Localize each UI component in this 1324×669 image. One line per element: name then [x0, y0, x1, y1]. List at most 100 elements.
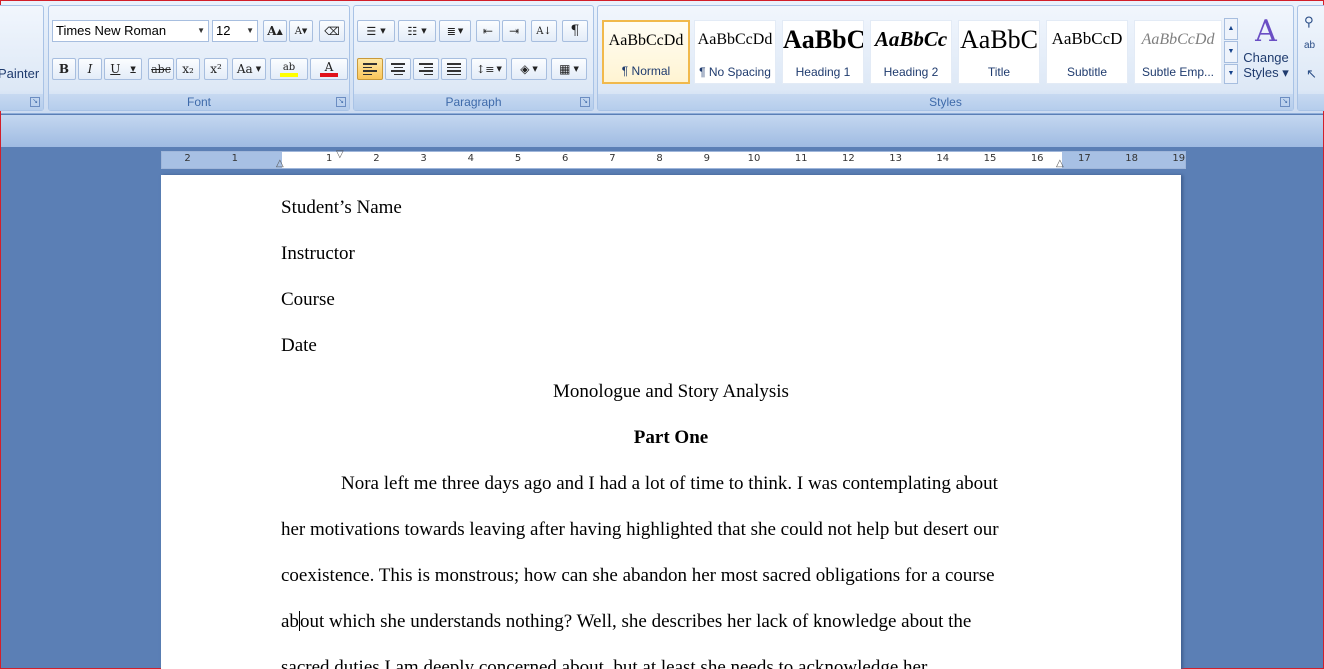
find-icon[interactable]: ⚲ — [1304, 14, 1314, 30]
bold-button[interactable]: B — [52, 58, 76, 80]
paragraph-dialog-launcher-icon[interactable]: ↘ — [580, 97, 590, 107]
document-page[interactable]: Student’s Name Instructor Course Date Mo… — [161, 175, 1181, 669]
ruler-number: 3 — [420, 153, 427, 164]
highlight-color-swatch — [280, 72, 298, 77]
style-name: Subtitle — [1066, 65, 1108, 79]
select-icon[interactable]: ↖ — [1306, 66, 1317, 82]
change-case-button[interactable]: Aa ▼ — [232, 58, 266, 80]
align-right-button[interactable] — [413, 58, 439, 80]
font-dialog-launcher-icon[interactable]: ↘ — [336, 97, 346, 107]
font-name-value: Times New Roman — [56, 23, 167, 38]
first-line-indent-marker[interactable]: ▽ — [336, 149, 344, 160]
shading-button[interactable]: ◈ ▼ — [511, 58, 547, 80]
style-sample: AaBbC — [960, 25, 1038, 54]
sort-button[interactable]: A↓ — [531, 20, 557, 42]
grow-font-icon: A — [267, 24, 277, 38]
font-color-button[interactable]: A — [310, 58, 348, 80]
styles-more-button[interactable]: ▼ — [1224, 64, 1238, 84]
paragraph-line-3: coexistence. This is monstrous; how can … — [281, 565, 995, 586]
clear-formatting-icon: ⌫ — [324, 24, 340, 38]
style-heading-2[interactable]: AaBbCc Heading 2 — [870, 20, 952, 84]
replace-icon[interactable]: ab — [1304, 40, 1315, 51]
align-left-button[interactable] — [357, 58, 383, 80]
paragraph-line-4-start: ab — [281, 611, 299, 632]
line-spacing-button[interactable]: ↕≡ ▼ — [471, 58, 507, 80]
align-center-icon — [391, 63, 405, 75]
font-name-select[interactable]: Times New Roman ▼ — [52, 20, 209, 42]
paragraph-group-label: Paragraph — [354, 94, 593, 110]
align-center-button[interactable] — [385, 58, 411, 80]
style-name: ¶ Normal — [621, 64, 671, 78]
change-case-icon: Aa — [236, 62, 253, 76]
format-painter-button[interactable]: Painter — [0, 66, 39, 81]
paragraph-group: ☰ ▼ ☷ ▼ ≣ ▼ ⇤ ⇥ A↓ ¶ ↕≡ ▼ ◈ ▼ ▦ ▼ Paragr… — [353, 5, 594, 111]
superscript-button[interactable]: x² — [204, 58, 228, 80]
multilevel-list-button[interactable]: ≣ ▼ — [439, 20, 471, 42]
increase-indent-icon: ⇥ — [508, 24, 520, 38]
ruler-number: 9 — [703, 153, 710, 164]
style-no-spacing[interactable]: AaBbCcDd ¶ No Spacing — [694, 20, 776, 84]
style-heading-1[interactable]: AaBbC Heading 1 — [782, 20, 864, 84]
style-subtitle[interactable]: AaBbCcD Subtitle — [1046, 20, 1128, 84]
style-subtle-emphasis[interactable]: AaBbCcDd Subtle Emp... — [1134, 20, 1222, 84]
paragraph-line-1: Nora left me three days ago and I had a … — [341, 473, 998, 494]
font-size-select[interactable]: 12 ▼ — [212, 20, 258, 42]
styles-scroll-up-button[interactable]: ▲ — [1224, 18, 1238, 40]
styles-scroll-down-button[interactable]: ▼ — [1224, 41, 1238, 63]
increase-indent-button[interactable]: ⇥ — [502, 20, 526, 42]
clipboard-launcher-icon[interactable]: ↘ — [30, 97, 40, 107]
numbered-list-icon: ☷ — [407, 24, 418, 38]
font-group: Times New Roman ▼ 12 ▼ A ▲ A ▼ ⌫ B I U ▼ a… — [48, 5, 350, 111]
left-indent-marker[interactable]: △ — [276, 158, 284, 169]
style-name: Heading 1 — [795, 65, 851, 79]
underline-button[interactable]: U ▼ — [104, 58, 142, 80]
styles-dialog-launcher-icon[interactable]: ↘ — [1280, 97, 1290, 107]
bold-icon: B — [58, 62, 70, 76]
style-sample: AaBbCc — [874, 27, 948, 51]
strikethrough-button[interactable]: abc — [148, 58, 174, 80]
horizontal-ruler[interactable]: 2 1 1 2 3 4 5 6 7 8 9 10 11 12 13 14 15 16 17 18 19 ▽ △ △ — [161, 149, 1186, 169]
italic-button[interactable]: I — [78, 58, 102, 80]
right-indent-marker[interactable]: △ — [1056, 158, 1064, 169]
ruler-number: 15 — [983, 153, 997, 164]
style-normal[interactable]: AaBbCcDd ¶ Normal — [602, 20, 690, 84]
ruler-number: 2 — [184, 153, 191, 164]
show-formatting-button[interactable]: ¶ — [562, 20, 588, 42]
ribbon: Painter ↘ Times New Roman ▼ 12 ▼ A ▲ A ▼ ⌫… — [0, 1, 1324, 114]
paragraph-line-5: sacred duties I am deeply concerned abou… — [281, 657, 928, 669]
change-styles-button[interactable]: A Change Styles ▾ — [1240, 14, 1292, 94]
highlight-button[interactable]: ab — [270, 58, 308, 80]
ruler-number: 4 — [467, 153, 474, 164]
subscript-icon: x₂ — [182, 62, 194, 76]
line-spacing-icon: ↕≡ — [476, 62, 495, 76]
italic-icon: I — [87, 62, 93, 76]
ruler-number: 16 — [1030, 153, 1044, 164]
shrink-font-button[interactable]: A ▼ — [289, 20, 313, 42]
ruler-number: 6 — [562, 153, 569, 164]
style-name: Heading 2 — [883, 65, 939, 79]
style-title[interactable]: AaBbC Title — [958, 20, 1040, 84]
ruler-numbers: 2 1 1 2 3 4 5 6 7 8 9 10 11 12 13 14 15 16 17 18 19 — [162, 152, 1185, 168]
chevron-down-icon: ▼ — [421, 27, 427, 35]
numbering-button[interactable]: ☷ ▼ — [398, 20, 436, 42]
ribbon-bottom-band — [1, 115, 1323, 147]
subscript-button[interactable]: x₂ — [176, 58, 200, 80]
ruler-number: 14 — [936, 153, 950, 164]
ruler-number: 17 — [1078, 153, 1091, 164]
clear-formatting-button[interactable]: ⌫ — [319, 20, 345, 42]
bullets-button[interactable]: ☰ ▼ — [357, 20, 395, 42]
justify-button[interactable] — [441, 58, 467, 80]
decrease-indent-icon: ⇤ — [482, 24, 494, 38]
change-styles-label-1: Change — [1243, 50, 1289, 65]
document-title: Monologue and Story Analysis — [553, 381, 789, 402]
paragraph-line-4: about which she understands nothing? Wel… — [281, 611, 971, 633]
borders-button[interactable]: ▦ ▼ — [551, 58, 587, 80]
chevron-down-icon: ▼ — [457, 27, 464, 35]
ruler-number: 10 — [747, 153, 761, 164]
font-color-icon: A — [324, 60, 334, 74]
styles-group: AaBbCcDd ¶ Normal AaBbCcDd ¶ No Spacing … — [597, 5, 1294, 111]
paint-bucket-icon: ◈ — [520, 62, 530, 76]
grow-font-button[interactable]: A ▲ — [263, 20, 287, 42]
decrease-indent-button[interactable]: ⇤ — [476, 20, 500, 42]
style-sample: AaBbCcDd — [697, 31, 773, 48]
